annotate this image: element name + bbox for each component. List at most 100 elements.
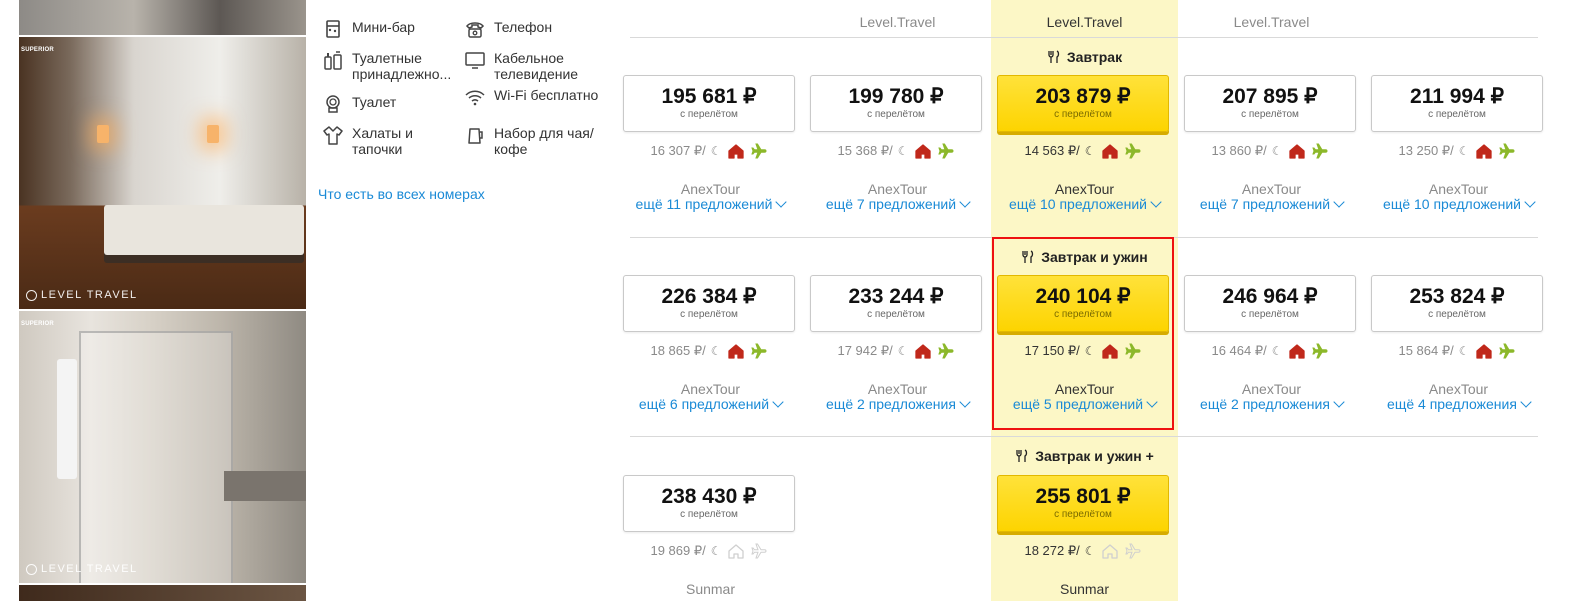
- hotel-included-icon: [727, 544, 744, 559]
- price-card[interactable]: 203 879 ₽ с перелётом: [997, 75, 1169, 132]
- tour-price: 233 244 ₽: [848, 285, 944, 308]
- price-per-night: 13 860 ₽/ ☾: [1184, 142, 1356, 160]
- tour-operator: AnexTour: [1241, 181, 1302, 197]
- amenity-label: Туалет: [352, 94, 397, 110]
- price-card[interactable]: 199 780 ₽ с перелётом: [810, 75, 982, 132]
- moon-icon: ☾: [1271, 344, 1283, 358]
- more-offers-label: ещё 2 предложения: [1200, 396, 1330, 412]
- amenity-bathrobe: Халаты и тапочки: [322, 125, 457, 157]
- fork-knife-icon: [1048, 50, 1060, 63]
- tour-operator: AnexTour: [867, 181, 928, 197]
- per-night-value: 13 860 ₽/: [1211, 143, 1267, 158]
- per-night-value: 16 464 ₽/: [1211, 343, 1267, 358]
- chevron-down-icon: [775, 196, 788, 208]
- towel: [57, 359, 77, 479]
- meal-plan-label: Завтрак и ужин +: [991, 448, 1178, 464]
- row-divider: [630, 37, 1538, 38]
- more-offers-link[interactable]: ещё 10 предложений: [991, 196, 1178, 212]
- more-offers-link[interactable]: ещё 2 предложения: [1178, 396, 1365, 412]
- flight-included-icon: [1498, 343, 1515, 359]
- flight-included-icon: [1311, 143, 1328, 159]
- flight-included-icon: [750, 143, 767, 159]
- per-night-value: 16 307 ₽/: [650, 143, 706, 158]
- amenity-label: Кабельное телевидение: [494, 50, 579, 82]
- tour-price: 211 994 ₽: [1410, 85, 1504, 108]
- price-card[interactable]: 233 244 ₽ с перелётом: [810, 275, 982, 332]
- more-offers-label: ещё 7 предложений: [825, 196, 957, 212]
- per-night-value: 15 368 ₽/: [837, 143, 893, 158]
- more-offers-link[interactable]: ещё 4 предложения: [1365, 396, 1552, 412]
- moon-icon: ☾: [710, 144, 722, 158]
- wifi-icon: [464, 86, 486, 108]
- more-offers-link[interactable]: ещё 7 предложений: [804, 196, 991, 212]
- price-per-night: 15 864 ₽/ ☾: [1371, 342, 1543, 360]
- chevron-down-icon: [1520, 396, 1532, 408]
- room-photo[interactable]: [19, 585, 306, 601]
- more-offers-link[interactable]: ещё 6 предложений: [617, 396, 804, 412]
- flight-included-icon: [937, 343, 954, 359]
- price-card[interactable]: 226 384 ₽ с перелётом: [623, 275, 795, 332]
- all-rooms-amenities-link[interactable]: Что есть во всех номерах: [318, 186, 485, 202]
- price-note: с перелётом: [867, 109, 925, 120]
- price-note: с перелётом: [1428, 109, 1486, 120]
- hotel-included-icon: [727, 144, 744, 159]
- amenity-cable-tv: Кабельное телевидение: [464, 50, 604, 82]
- price-per-night: 15 368 ₽/ ☾: [810, 142, 982, 160]
- room-photo[interactable]: SUPERIOR LEVEL TRAVEL: [19, 37, 306, 309]
- bed: [104, 205, 304, 255]
- amenity-minibar: Мини-бар: [322, 19, 457, 40]
- moon-icon: ☾: [1084, 144, 1096, 158]
- hotel-included-icon: [1475, 144, 1492, 159]
- kettle-icon: [464, 124, 486, 146]
- price-note: с перелётом: [1241, 309, 1299, 320]
- price-card[interactable]: 246 964 ₽ с перелётом: [1184, 275, 1356, 332]
- price-card[interactable]: 255 801 ₽ с перелётом: [997, 475, 1169, 532]
- hotel-included-icon: [1288, 144, 1305, 159]
- toilet-icon: [322, 93, 344, 115]
- price-note: с перелётом: [1054, 509, 1112, 520]
- hotel-included-icon: [1475, 344, 1492, 359]
- per-night-value: 15 864 ₽/: [1398, 343, 1454, 358]
- more-offers-link[interactable]: ещё 10 предложений: [1365, 196, 1552, 212]
- more-offers-label: ещё 7 предложений: [1199, 196, 1331, 212]
- price-card[interactable]: 195 681 ₽ с перелётом: [623, 75, 795, 132]
- flight-included-icon: [1124, 143, 1141, 159]
- price-card[interactable]: 238 430 ₽ с перелётом: [623, 475, 795, 532]
- selected-offer-outline: [992, 237, 1174, 430]
- amenity-label: Набор для чая/кофе: [494, 125, 594, 157]
- amenity-tea-coffee: Набор для чая/кофе: [464, 125, 604, 157]
- more-offers-link[interactable]: ещё 7 предложений: [1178, 196, 1365, 212]
- chevron-down-icon: [1333, 396, 1345, 408]
- tour-operator: AnexTour: [1241, 381, 1302, 397]
- lamp: [207, 125, 219, 143]
- per-night-value: 18 865 ₽/: [650, 343, 706, 358]
- chevron-down-icon: [1333, 196, 1345, 208]
- room-photo[interactable]: SUPERIOR LEVEL TRAVEL: [19, 311, 306, 583]
- more-offers-link[interactable]: ещё 11 предложений: [617, 196, 804, 212]
- tour-price: 199 780 ₽: [848, 85, 944, 108]
- toiletries-icon: [322, 49, 344, 71]
- shower-glass: [79, 331, 233, 583]
- more-offers-link[interactable]: ещё 2 предложения: [804, 396, 991, 412]
- amenity-phone: Телефон: [464, 19, 604, 40]
- price-per-night: 13 250 ₽/ ☾: [1371, 142, 1543, 160]
- tour-operator: Sunmar: [1059, 581, 1110, 597]
- chevron-down-icon: [959, 396, 971, 408]
- price-note: с перелётом: [680, 509, 738, 520]
- price-card[interactable]: 211 994 ₽ с перелётом: [1371, 75, 1543, 132]
- tour-operator: AnexTour: [1054, 181, 1115, 197]
- room-category-badge: SUPERIOR: [21, 47, 54, 53]
- flight-included-icon: [1124, 543, 1141, 559]
- tour-price: 255 801 ₽: [1035, 485, 1131, 508]
- price-per-night: 16 307 ₽/ ☾: [623, 142, 795, 160]
- more-offers-label: ещё 6 предложений: [638, 396, 770, 412]
- chevron-down-icon: [1524, 196, 1536, 208]
- more-offers-label: ещё 2 предложения: [826, 396, 956, 412]
- more-offers-label: ещё 10 предложений: [1383, 196, 1521, 212]
- price-card[interactable]: 207 895 ₽ с перелётом: [1184, 75, 1356, 132]
- amenity-label: Халаты и тапочки: [352, 125, 413, 157]
- per-night-value: 14 563 ₽/: [1024, 143, 1080, 158]
- price-card[interactable]: 253 824 ₽ с перелётом: [1371, 275, 1543, 332]
- room-photo[interactable]: [19, 0, 306, 35]
- flight-included-icon: [750, 543, 767, 559]
